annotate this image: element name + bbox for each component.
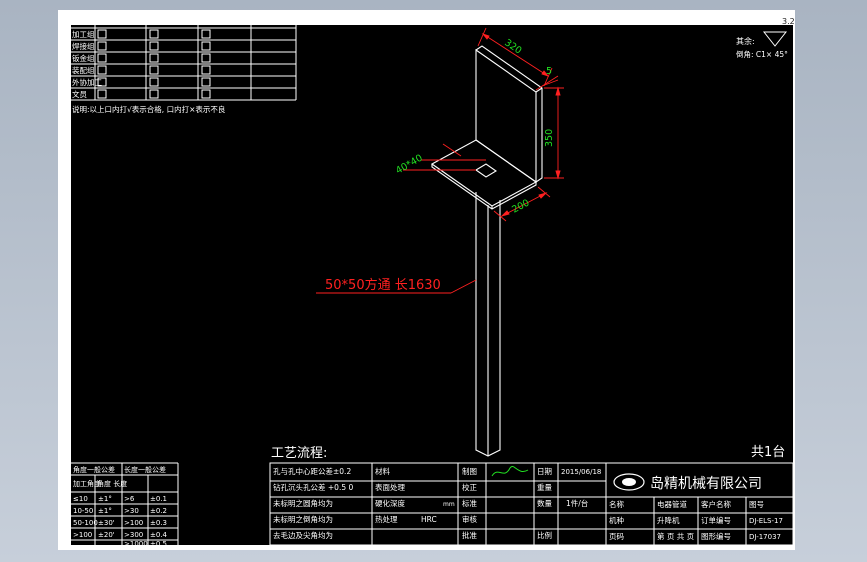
tol-cell: ±1° xyxy=(98,495,112,503)
insp-row-3: 装配组 xyxy=(72,65,95,75)
review-label: 审核 xyxy=(462,514,477,524)
tb-h2: 电器管道 xyxy=(657,499,687,509)
tol-cell: ≤10 xyxy=(73,495,88,503)
tol-cell: >6 xyxy=(124,495,135,503)
tol-cell: ±0.1 xyxy=(150,495,167,503)
std-label: 标准 xyxy=(462,498,477,508)
drawing-sheet: 加工组 焊接组 钣金组 装配组 外协加工 文员 说明:以上口内打√表示合格, 口… xyxy=(58,10,795,550)
note-3: 未标明之倒角均为 xyxy=(273,514,333,524)
tb-h4: 图号 xyxy=(749,500,764,509)
tb-v1: 机种 xyxy=(609,515,624,525)
tol-header-angle: 角度一般公差 xyxy=(73,465,115,474)
tb-w1: 页码 xyxy=(609,532,624,541)
tol-cell: >1000 xyxy=(124,540,148,548)
tol-cell: ±1° xyxy=(98,507,112,515)
tol-cell: ±0.2 xyxy=(150,507,167,515)
process-heading: 工艺流程: xyxy=(271,446,327,461)
tb-h1: 名称 xyxy=(609,499,624,509)
tb-w2: 第 页 共 页 xyxy=(657,531,695,541)
tb-v4: DJ-ELS-17 xyxy=(749,517,783,525)
check-label: 校正 xyxy=(462,482,477,492)
tb-h3: 客户名称 xyxy=(701,499,731,509)
weight-label: 重量 xyxy=(537,483,552,492)
material-label: 材料 xyxy=(375,466,390,476)
insp-row-0: 加工组 xyxy=(72,29,95,39)
note-1: 钻孔沉头孔公差 +0.5 0 xyxy=(273,482,353,492)
tb-w3: 图形编号 xyxy=(701,531,731,541)
tol-cell: ±0.5 xyxy=(150,540,167,548)
date-value: 2015/06/18 xyxy=(561,468,601,476)
qty-value: 1件/台 xyxy=(566,498,588,508)
tol-header-length: 长度一般公差 xyxy=(124,465,166,474)
insp-row-2: 钣金组 xyxy=(72,53,95,63)
logo-core-icon xyxy=(622,478,636,486)
unit-label: mm xyxy=(443,501,455,508)
note-2: 未标明之圆角均为 xyxy=(273,498,333,508)
tol-cell: ±0.4 xyxy=(150,531,168,539)
tol-cell: 50-100 xyxy=(73,519,98,527)
insp-row-4: 外协加工 xyxy=(72,77,102,87)
tol-cell: ±0.3 xyxy=(150,519,167,527)
dim-5: 5 xyxy=(546,66,552,77)
design-label: 制图 xyxy=(462,466,477,476)
scale-label: 比例 xyxy=(537,530,552,540)
tol-cell: >30 xyxy=(124,507,139,515)
tol-cell: >100 xyxy=(124,519,143,527)
dim-350: 350 xyxy=(544,129,555,147)
finish-corner: 3.2 xyxy=(782,17,795,26)
cad-drawing-canvas: 加工组 焊接组 钣金组 装配组 外协加工 文员 说明:以上口内打√表示合格, 口… xyxy=(58,10,795,550)
tb-w4: DJ-17037 xyxy=(749,533,781,541)
insp-row-5: 文员 xyxy=(72,89,87,99)
tol-cell: 角度 长度 xyxy=(97,479,127,488)
chamfer-note: 倒角: C1× 45° xyxy=(736,49,788,59)
note-0: 孔与孔中心距公差±0.2 xyxy=(273,466,351,476)
tol-cell: ±20' xyxy=(98,531,115,539)
hardness-label: 硬化深度 xyxy=(375,498,405,508)
total-quantity: 共1台 xyxy=(751,445,785,460)
insp-note: 说明:以上口内打√表示合格, 口内打×表示不良 xyxy=(72,104,226,114)
tol-cell: >100 xyxy=(73,531,92,539)
company-name: 岛精机械有限公司 xyxy=(650,476,762,492)
date-label: 日期 xyxy=(537,467,552,476)
qty-label: 数量 xyxy=(537,498,552,508)
heat-value: HRC xyxy=(421,515,437,524)
tol-cell: >300 xyxy=(124,531,143,539)
note-4: 去毛边及尖角均为 xyxy=(273,530,333,540)
tol-cell: ±30' xyxy=(98,519,115,527)
insp-row-1: 焊接组 xyxy=(72,41,95,51)
tol-cell: 10-50 xyxy=(73,507,93,515)
tb-v3: 订单编号 xyxy=(701,515,731,525)
surface-label: 表面处理 xyxy=(375,482,405,492)
finish-label: 其余: xyxy=(736,36,755,46)
approve-label: 批准 xyxy=(462,530,477,540)
tube-callout: 50*50方通 长1630 xyxy=(325,277,441,293)
tb-v2: 升降机 xyxy=(657,515,680,525)
heat-label: 热处理 xyxy=(375,514,398,524)
